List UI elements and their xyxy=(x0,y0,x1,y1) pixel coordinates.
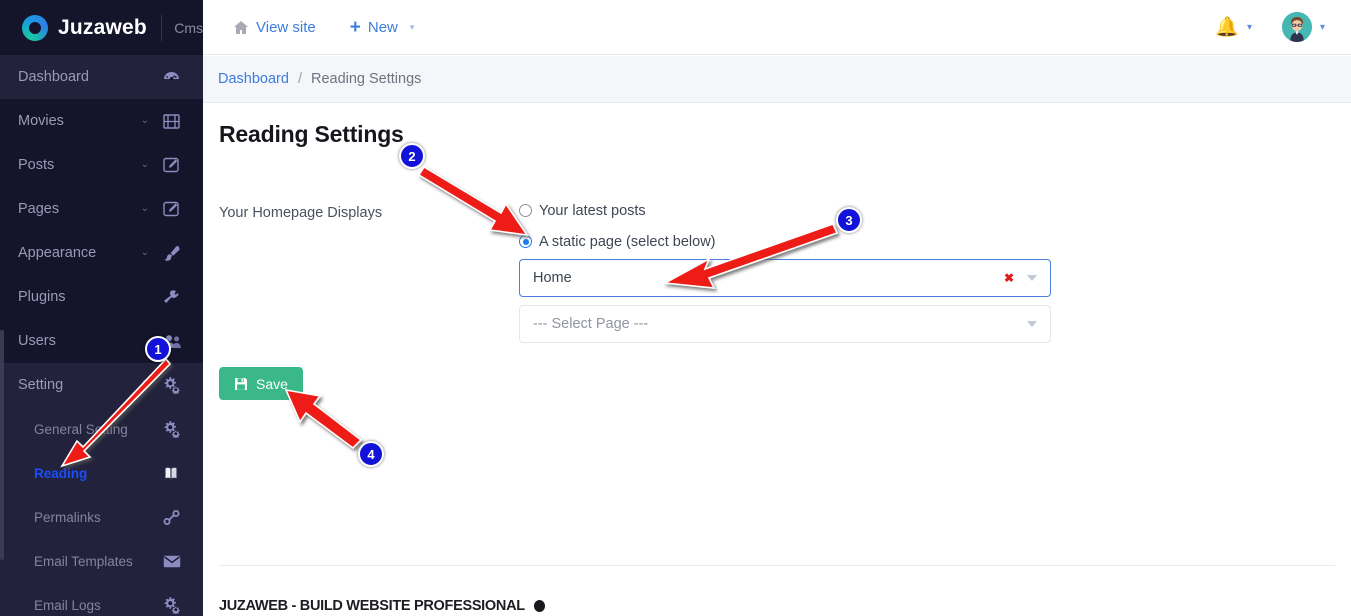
link-icon xyxy=(163,509,183,525)
topbar-right-group: 🔔 ▾ ▾ xyxy=(1215,12,1351,42)
floppy-disk-icon xyxy=(234,377,248,391)
sidebar-item-label: Appearance xyxy=(18,245,97,261)
top-navbar: View site + New ▾ 🔔 ▾ ▾ xyxy=(203,0,1351,55)
sidebar-item-label: Posts xyxy=(18,157,55,173)
gauge-icon xyxy=(163,69,183,86)
sidebar-item-email-logs[interactable]: Email Logs xyxy=(0,583,203,616)
plug-icon xyxy=(163,289,183,306)
sidebar-item-label: Pages xyxy=(18,201,60,217)
dot-icon xyxy=(533,600,545,612)
chevron-down-icon[interactable] xyxy=(1027,275,1037,281)
sidebar-item-label: Movies xyxy=(18,113,64,129)
homepage-select-value: Home xyxy=(533,270,572,286)
pencil-square-icon xyxy=(163,157,183,173)
gears-icon xyxy=(163,420,183,438)
sidebar-item-general-setting[interactable]: General Setting xyxy=(0,407,203,451)
chevron-down-icon: ▾ xyxy=(1246,21,1252,33)
sidebar-item-label: Email Logs xyxy=(34,597,101,613)
posts-page-select[interactable]: --- Select Page --- xyxy=(519,305,1051,343)
sidebar-item-label: Dashboard xyxy=(18,69,89,85)
sidebar-item-appearance[interactable]: Appearance ⌄ xyxy=(0,231,203,275)
view-site-link[interactable]: View site xyxy=(233,19,316,36)
radio-icon[interactable] xyxy=(519,204,532,217)
notifications-button[interactable]: 🔔 ▾ xyxy=(1215,15,1252,39)
radio-latest-posts-label: Your latest posts xyxy=(539,202,646,219)
chevron-down-icon[interactable]: ⌄ xyxy=(141,160,149,170)
sidebar-item-reading[interactable]: Reading xyxy=(0,451,203,495)
envelope-icon xyxy=(163,555,183,568)
footer-label: JUZAWEB - BUILD WEBSITE PROFESSIONAL xyxy=(219,598,525,614)
chevron-down-icon: ▾ xyxy=(409,21,415,32)
sidebar-item-label: General Setting xyxy=(34,421,128,437)
radio-static-page-label: A static page (select below) xyxy=(539,233,716,250)
sidebar-item-label: Users xyxy=(18,333,56,349)
sidebar-item-label: Email Templates xyxy=(34,553,133,569)
breadcrumb-current: Reading Settings xyxy=(310,71,422,87)
users-icon xyxy=(163,334,183,349)
sidebar-item-dashboard[interactable]: Dashboard xyxy=(0,55,203,99)
sidebar-nav: Dashboard Movies ⌄ Posts ⌄ Pages ⌄ Appearance ⌄ P… xyxy=(0,55,203,616)
homepage-display-radio-group: Your latest posts A static page (select … xyxy=(519,198,716,254)
sidebar-item-email-templates[interactable]: Email Templates xyxy=(0,539,203,583)
new-dropdown[interactable]: + New ▾ xyxy=(350,18,415,37)
footer: JUZAWEB - BUILD WEBSITE PROFESSIONAL xyxy=(219,598,545,614)
radio-latest-posts[interactable]: Your latest posts xyxy=(519,198,716,223)
main-content: Reading Settings Your Homepage Displays … xyxy=(203,103,1351,616)
breadcrumb-separator: / xyxy=(297,71,302,87)
home-icon xyxy=(233,20,249,35)
homepage-displays-label: Your Homepage Displays xyxy=(219,205,383,221)
bell-icon: 🔔 xyxy=(1215,17,1239,38)
sidebar: Juzaweb Cms Dashboard Movies ⌄ Posts ⌄ Pages ⌄… xyxy=(0,0,203,616)
brand-subtitle: Cms xyxy=(174,19,203,36)
save-button[interactable]: Save xyxy=(219,367,303,400)
breadcrumb: Dashboard / Reading Settings xyxy=(203,56,1351,103)
app-root: Juzaweb Cms Dashboard Movies ⌄ Posts ⌄ Pages ⌄… xyxy=(0,0,1351,616)
chevron-down-icon[interactable]: ⌄ xyxy=(141,204,149,214)
sidebar-item-label: Setting xyxy=(18,377,64,393)
sidebar-item-setting[interactable]: Setting ⌃ xyxy=(0,363,203,407)
sidebar-scrollbar-thumb[interactable] xyxy=(0,330,4,560)
clear-icon[interactable]: ✖ xyxy=(1004,271,1014,285)
book-icon xyxy=(163,465,183,481)
brand-header[interactable]: Juzaweb Cms xyxy=(0,0,203,55)
sidebar-scrollbar[interactable] xyxy=(0,0,4,616)
radio-static-page[interactable]: A static page (select below) xyxy=(519,229,716,254)
save-button-label: Save xyxy=(256,375,288,392)
sidebar-item-label: Plugins xyxy=(18,289,66,305)
film-icon xyxy=(163,113,183,129)
sidebar-item-label: Reading xyxy=(34,465,88,481)
homepage-select[interactable]: Home ✖ xyxy=(519,259,1051,297)
chevron-up-icon[interactable]: ⌃ xyxy=(141,380,149,390)
radio-icon-selected[interactable] xyxy=(519,235,532,248)
pencil-square-icon xyxy=(163,201,183,217)
sidebar-item-posts[interactable]: Posts ⌄ xyxy=(0,143,203,187)
page-title: Reading Settings xyxy=(219,121,404,147)
paintbrush-icon xyxy=(163,245,183,262)
avatar[interactable] xyxy=(1281,12,1312,42)
chevron-down-icon[interactable]: ⌄ xyxy=(141,248,149,258)
breadcrumb-dashboard[interactable]: Dashboard xyxy=(218,71,289,87)
gears-icon xyxy=(163,376,183,394)
brand-name: Juzaweb xyxy=(58,15,147,39)
posts-page-select-value: --- Select Page --- xyxy=(533,316,649,332)
chevron-down-icon[interactable] xyxy=(1027,321,1037,327)
chevron-down-icon[interactable]: ▾ xyxy=(1320,22,1325,33)
chevron-down-icon[interactable]: ⌄ xyxy=(141,116,149,126)
new-label: New xyxy=(367,18,398,36)
footer-divider xyxy=(219,565,1335,566)
sidebar-item-pages[interactable]: Pages ⌄ xyxy=(0,187,203,231)
sidebar-item-permalinks[interactable]: Permalinks xyxy=(0,495,203,539)
sidebar-item-plugins[interactable]: Plugins xyxy=(0,275,203,319)
gears-icon xyxy=(163,596,183,614)
sidebar-item-movies[interactable]: Movies ⌄ xyxy=(0,99,203,143)
view-site-label: View site xyxy=(256,18,316,36)
plus-icon: + xyxy=(349,16,361,38)
sidebar-item-label: Permalinks xyxy=(34,509,101,525)
sidebar-item-users[interactable]: Users xyxy=(0,319,203,363)
ring-logo-icon xyxy=(22,14,48,41)
